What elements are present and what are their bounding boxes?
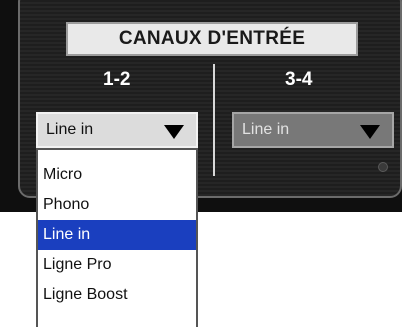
- channel-label-1-2: 1-2: [103, 69, 131, 90]
- channel-3-4-selected-value: Line in: [242, 121, 290, 138]
- dropdown-arrow-icon[interactable]: [164, 125, 184, 139]
- option-ligne-boost[interactable]: Ligne Boost: [38, 280, 196, 310]
- channel-label-3-4: 3-4: [285, 69, 313, 90]
- option-ligne-pro[interactable]: Ligne Pro: [38, 250, 196, 280]
- section-title-box: CANAUX D'ENTRÉE: [66, 22, 358, 56]
- channel-1-2-selected-value: Line in: [46, 121, 94, 138]
- input-type-dropdown-list[interactable]: Micro Phono Line in Ligne Pro Ligne Boos…: [36, 148, 198, 327]
- option-micro[interactable]: Micro: [38, 160, 196, 190]
- dropdown-arrow-icon[interactable]: [360, 125, 380, 139]
- channel-1-2-input-select[interactable]: Line in: [36, 112, 198, 148]
- option-phono[interactable]: Phono: [38, 190, 196, 220]
- channel-3-4-input-select[interactable]: Line in: [232, 112, 394, 148]
- section-title: CANAUX D'ENTRÉE: [118, 28, 306, 49]
- option-line-in[interactable]: Line in: [38, 220, 196, 250]
- status-led-icon: [378, 162, 388, 172]
- channel-divider: [213, 64, 215, 176]
